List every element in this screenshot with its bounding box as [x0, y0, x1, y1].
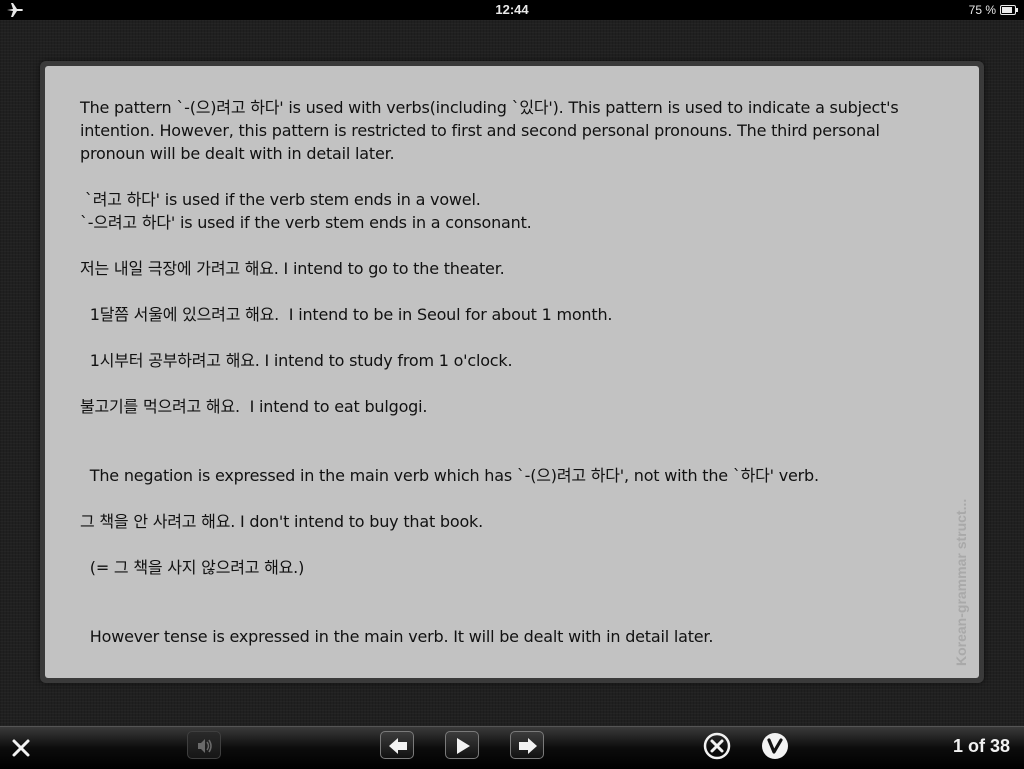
card-example-theater: 저는 내일 극장에 가려고 해요. I intend to go to the …	[80, 259, 505, 278]
card-example-seoul: 1달쯤 서울에 있으려고 해요. I intend to be in Seoul…	[80, 305, 613, 324]
card-paragraph-vowel-rule: `려고 하다' is used if the verb stem ends in…	[80, 190, 481, 209]
card-example-book: 그 책을 안 사려고 해요. I don't intend to buy tha…	[80, 512, 483, 531]
deck-name-label: Korean-grammar struct...	[953, 466, 973, 666]
arrow-right-icon	[519, 738, 537, 754]
status-time: 12:44	[495, 2, 529, 17]
play-button[interactable]	[445, 731, 479, 759]
x-circle-icon[interactable]	[703, 732, 731, 760]
card-paragraph-intro: The pattern `-(으)려고 하다' is used with ver…	[80, 98, 904, 163]
next-card-button[interactable]	[510, 731, 544, 759]
card-example-book-alt: (= 그 책을 사지 않으려고 해요.)	[80, 558, 305, 577]
card-paragraph-tense: However tense is expressed in the main v…	[80, 627, 714, 646]
speaker-icon	[198, 739, 212, 753]
flash-card[interactable]: The pattern `-(으)려고 하다' is used with ver…	[45, 66, 979, 678]
card-paragraph-consonant-rule: `-으려고 하다' is used if the verb stem ends …	[80, 213, 532, 232]
bottom-toolbar: 1 of 38	[0, 726, 1024, 769]
deck-name-text: Korean-grammar struct...	[953, 498, 969, 666]
card-content: The pattern `-(으)려고 하다' is used with ver…	[80, 96, 940, 648]
card-paragraph-negation: The negation is expressed in the main ve…	[80, 466, 819, 485]
play-icon	[457, 738, 470, 754]
page-counter: 1 of 38	[952, 736, 1010, 756]
audio-button[interactable]	[187, 731, 221, 759]
card-example-study: 1시부터 공부하려고 해요. I intend to study from 1 …	[80, 351, 513, 370]
previous-card-button[interactable]	[380, 731, 414, 759]
check-circle-icon[interactable]	[761, 732, 789, 760]
battery-percent: 75 %	[968, 3, 996, 17]
status-bar: 12:44 75 %	[0, 0, 1024, 20]
arrow-left-icon	[389, 738, 407, 754]
battery-icon	[1000, 5, 1018, 15]
close-icon[interactable]	[10, 737, 32, 759]
card-example-bulgogi: 불고기를 먹으려고 해요. I intend to eat bulgogi.	[80, 397, 428, 416]
